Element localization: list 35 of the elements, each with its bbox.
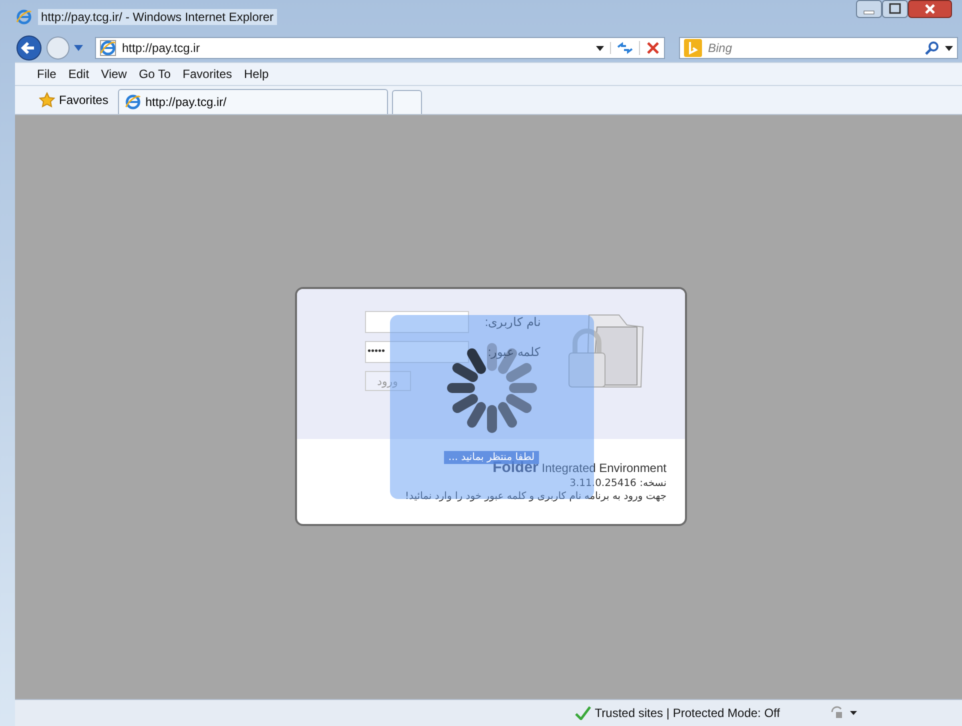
- favorites-button[interactable]: Favorites: [33, 88, 114, 112]
- search-engine-logo-icon: [684, 39, 702, 57]
- menu-item[interactable]: Edit: [64, 67, 94, 81]
- menu-item[interactable]: Go To: [134, 67, 175, 81]
- address-bar[interactable]: http://pay.tcg.ir: [95, 37, 665, 59]
- stop-icon[interactable]: [639, 41, 660, 55]
- page-icon: [100, 40, 116, 56]
- menu-item[interactable]: View: [97, 67, 131, 81]
- star-icon: [39, 92, 55, 108]
- close-icon[interactable]: [908, 0, 952, 18]
- username-field[interactable]: [364, 311, 468, 333]
- search-field[interactable]: Bing: [679, 37, 958, 59]
- check-icon: [574, 706, 591, 720]
- field-label: کلمه عبور:: [486, 345, 540, 359]
- refresh-icon[interactable]: [610, 42, 633, 54]
- browser-logo-icon: [125, 94, 142, 110]
- menu-item[interactable]: Help: [240, 67, 273, 81]
- back-icon[interactable]: [16, 35, 42, 61]
- maximize-icon[interactable]: [882, 0, 908, 18]
- loading-message: لطفا منتظر بمانید ...: [444, 451, 539, 464]
- version-text: نسخه: 3.11.0.25416: [570, 478, 666, 489]
- password-field[interactable]: •••••: [364, 341, 468, 363]
- instructions-text: جهت ورود به برنامه نام کاربری و کلمه عبور خود را وارد نمائید!: [405, 491, 666, 502]
- field-label: نام کاربری:: [484, 315, 540, 329]
- zoom-icon[interactable]: [830, 706, 858, 720]
- menu-item[interactable]: Favorites: [178, 67, 236, 81]
- dropdown-icon[interactable]: [596, 46, 604, 50]
- menu-item[interactable]: File: [33, 67, 60, 81]
- browser-logo-icon: [16, 9, 32, 25]
- browser-tab[interactable]: http://pay.tcg.ir/: [118, 89, 388, 114]
- dropdown-icon[interactable]: [945, 46, 953, 50]
- search-icon[interactable]: [925, 41, 939, 55]
- window-title: http://pay.tcg.ir/ - Windows Internet Explorer: [38, 9, 277, 25]
- minimize-icon[interactable]: [856, 0, 882, 18]
- security-zone[interactable]: Trusted sites | Protected Mode: Off: [566, 706, 820, 720]
